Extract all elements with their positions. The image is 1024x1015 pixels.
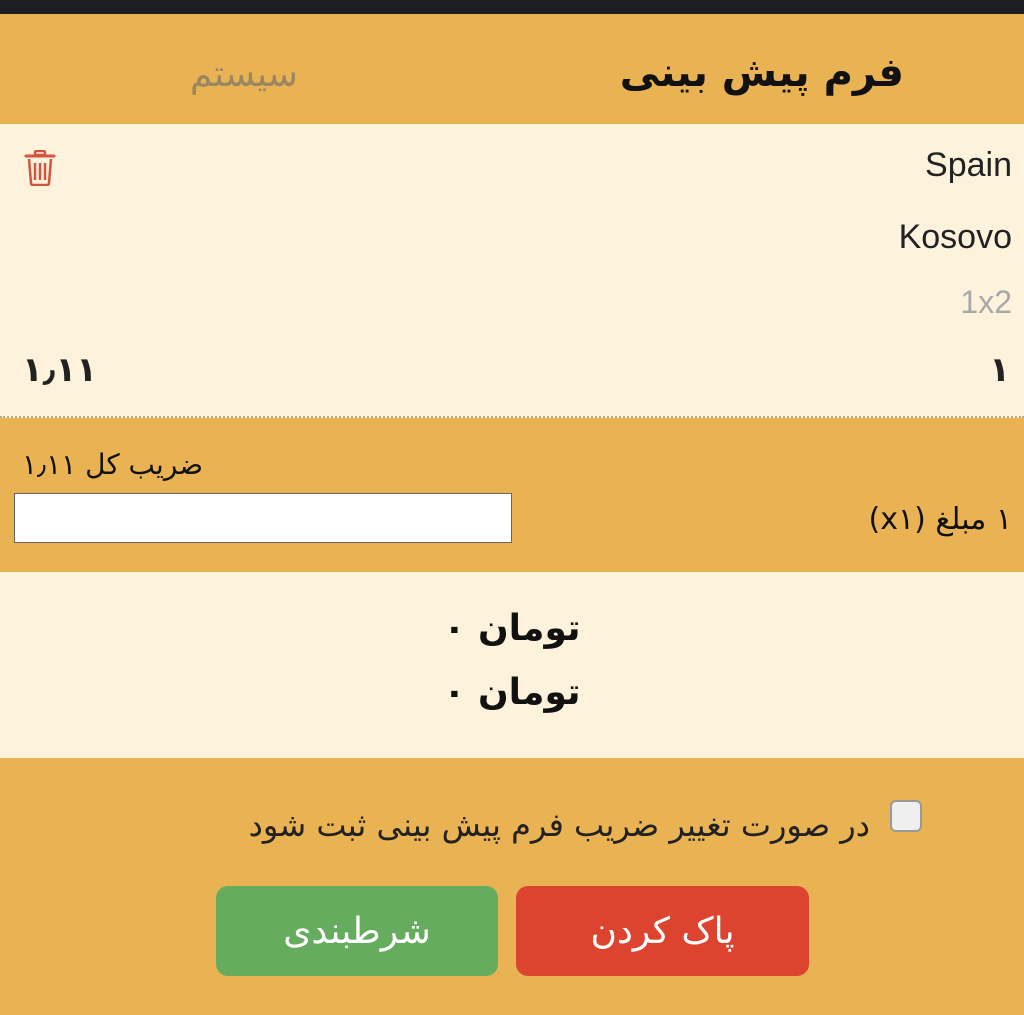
- bet-slip-footer: در صورت تغییر ضریب فرم پیش بینی ثبت شود …: [0, 758, 1024, 1015]
- potential-win: تومان ۰: [443, 672, 581, 713]
- accept-odds-change-checkbox[interactable]: [890, 800, 922, 832]
- trash-icon[interactable]: [24, 149, 56, 187]
- totals-section: تومان ۰ تومان ۰: [0, 572, 1024, 758]
- stake-amount-label: ۱ مبلغ (x۱): [868, 502, 1012, 537]
- bet-selection: ۱: [989, 350, 1010, 390]
- total-odds-label: ضریب کل ۱٫۱۱: [22, 448, 204, 481]
- market-type: 1x2: [960, 284, 1012, 320]
- tab-system[interactable]: سیستم: [190, 54, 298, 95]
- home-team: Spain: [925, 146, 1012, 184]
- clear-button[interactable]: پاک کردن: [516, 886, 809, 976]
- status-bar: [0, 0, 1024, 14]
- bet-slip-item: Spain Kosovo 1x2 ۱ ۱٫۱۱: [0, 124, 1024, 418]
- away-team: Kosovo: [898, 218, 1012, 256]
- stake-amount-input[interactable]: [14, 493, 512, 543]
- bet-odds: ۱٫۱۱: [22, 350, 97, 390]
- place-bet-button[interactable]: شرطبندی: [216, 886, 498, 976]
- accept-odds-change-label: در صورت تغییر ضریب فرم پیش بینی ثبت شود: [248, 806, 870, 844]
- stake-section: ضریب کل ۱٫۱۱ ۱ مبلغ (x۱): [0, 418, 1024, 572]
- page-title: فرم پیش بینی: [619, 50, 904, 96]
- total-stake: تومان ۰: [443, 608, 581, 649]
- accept-odds-change-row: در صورت تغییر ضریب فرم پیش بینی ثبت شود: [0, 796, 1024, 846]
- bet-slip-header: فرم پیش بینی سیستم: [0, 14, 1024, 124]
